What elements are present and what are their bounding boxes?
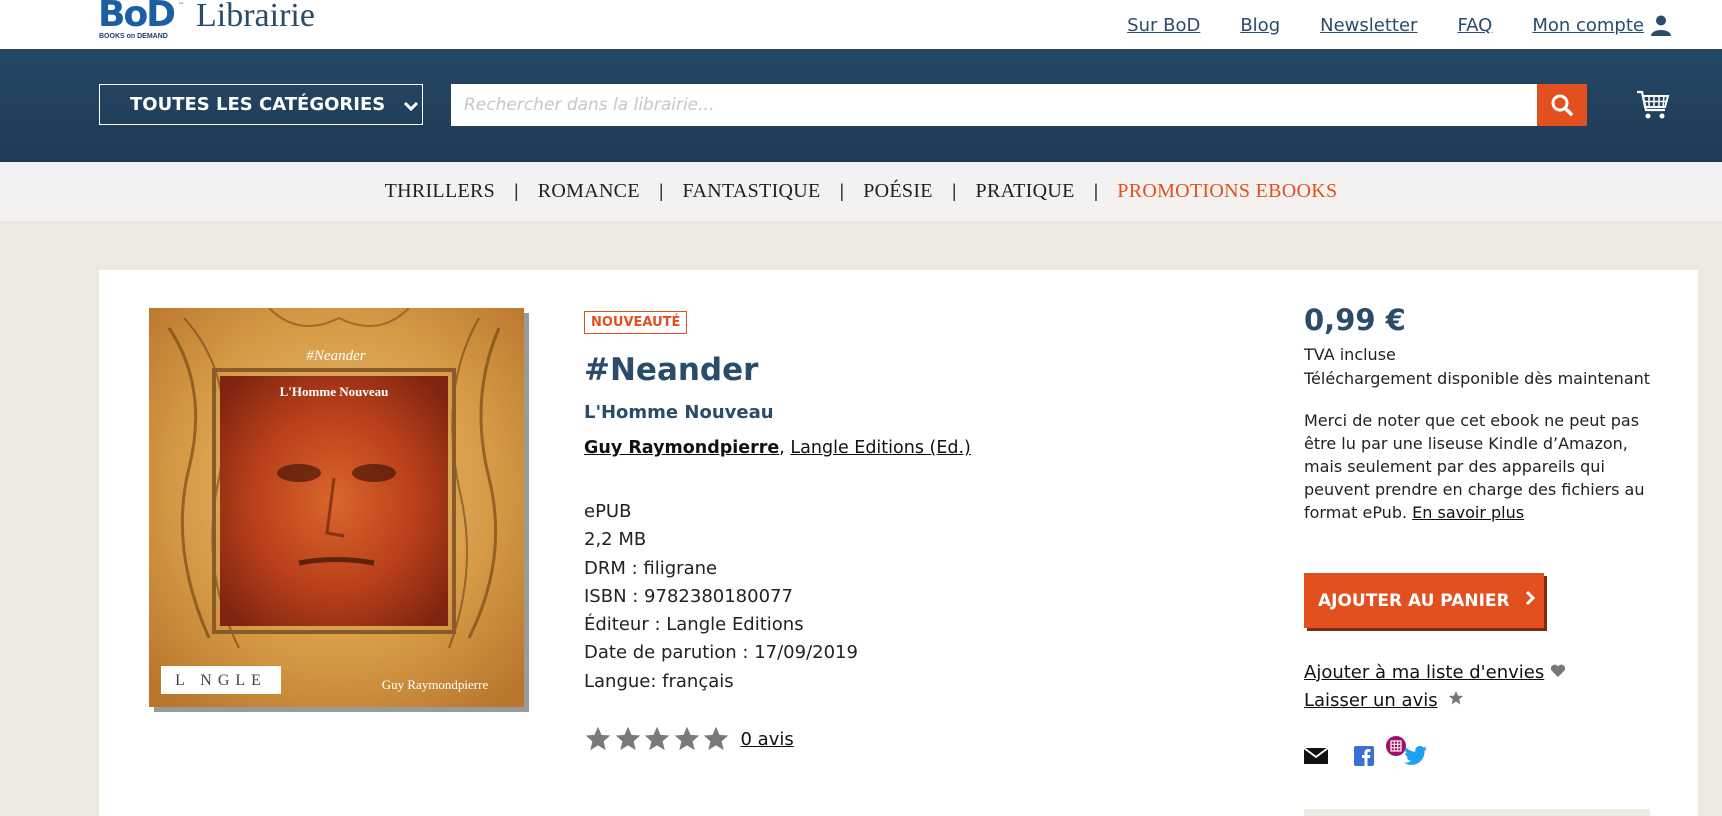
star-icon (615, 726, 640, 751)
product-card: #Neander L'Homme Nouveau L NGLE Guy Raym… (99, 270, 1704, 816)
publisher-link[interactable]: Langle Editions (Ed.) (790, 438, 970, 458)
wish-actions: Ajouter à ma liste d'envies Laisser un a… (1304, 659, 1566, 715)
search-input[interactable] (451, 84, 1538, 126)
book-title: #Neander (584, 352, 759, 388)
nav-promotions-ebooks[interactable]: PROMOTIONS EBOOKS (1098, 180, 1356, 203)
new-badge: NOUVEAUTÉ (584, 311, 688, 334)
book-specs: ePUB 2,2 MB DRM : filigrane ISBN : 97823… (584, 498, 858, 696)
categories-label: TOUTES LES CATÉGORIES (130, 94, 386, 115)
wishlist-link[interactable]: Ajouter à ma liste d'envies (1304, 662, 1544, 683)
price: 0,99 € (1304, 303, 1406, 337)
add-to-cart-button[interactable]: AJOUTER AU PANIER (1304, 573, 1544, 628)
author-separator: , (779, 438, 785, 458)
logo-librairie: Librairie (196, 0, 315, 34)
book-authors: Guy Raymondpierre, Langle Editions (Ed.) (584, 438, 971, 458)
logo-trademark: ™ (178, 2, 184, 9)
nav-romance[interactable]: ROMANCE (519, 180, 659, 203)
availability-label: Téléchargement disponible dès maintenant (1304, 369, 1651, 388)
link-faq[interactable]: FAQ (1457, 15, 1492, 36)
logo-bod-text: BoD (98, 0, 176, 35)
card-edge (1698, 270, 1704, 816)
star-icon (585, 726, 611, 751)
reviews-link[interactable]: 0 avis (741, 729, 794, 750)
add-to-cart-label: AJOUTER AU PANIER (1318, 590, 1510, 611)
price-info: TVA incluse Téléchargement disponible dè… (1304, 343, 1650, 391)
link-sur-bod[interactable]: Sur BoD (1127, 15, 1200, 36)
facebook-icon[interactable] (1354, 746, 1374, 766)
link-mon-compte[interactable]: Mon compte (1532, 15, 1644, 36)
cover-publisher-logo: L NGLE (175, 672, 267, 689)
spec-format: ePUB (584, 501, 632, 522)
social-share (1304, 736, 1464, 766)
cover-author: Guy Raymondpierre (382, 677, 489, 692)
spec-drm: DRM : filigrane (584, 557, 718, 579)
spec-publisher: Éditeur : Langle Editions (584, 614, 804, 636)
kindle-notice: Merci de noter que cet ebook ne peut pas… (1304, 409, 1654, 524)
star-icon (703, 726, 729, 751)
category-nav: THRILLERS | ROMANCE | FANTASTIQUE | POÉS… (0, 162, 1722, 221)
spec-release-date: Date de parution : 17/09/2019 (584, 642, 858, 664)
spec-isbn: ISBN : 9782380180077 (584, 585, 793, 607)
logo-subtitle: BOOKS on DEMAND (99, 33, 168, 40)
bod-logo: BoD ™ BOOKS on DEMAND (98, 0, 184, 44)
cover-inner-title: L'Homme Nouveau (280, 384, 389, 399)
cart-icon[interactable] (1636, 89, 1670, 121)
nav-thrillers[interactable]: THRILLERS (366, 180, 514, 203)
link-blog[interactable]: Blog (1240, 15, 1280, 36)
search-band: TOUTES LES CATÉGORIES (0, 49, 1722, 162)
nav-fantastique[interactable]: FANTASTIQUE (664, 180, 840, 203)
top-bar: BoD ™ BOOKS on DEMAND Librairie Sur BoD … (0, 0, 1722, 49)
mail-icon[interactable] (1304, 748, 1328, 764)
spec-language: Langue: français (584, 670, 734, 692)
learn-more-link[interactable]: En savoir plus (1412, 503, 1524, 522)
book-subtitle: L'Homme Nouveau (584, 402, 774, 423)
star-icon (644, 726, 670, 751)
book-cover[interactable]: #Neander L'Homme Nouveau L NGLE Guy Raym… (149, 308, 524, 707)
nav-pratique[interactable]: PRATIQUE (957, 180, 1094, 203)
bottom-info-box (1304, 809, 1650, 816)
star-icon (1448, 687, 1464, 715)
heart-icon (1550, 659, 1566, 687)
twitter-icon[interactable] (1404, 746, 1428, 766)
author-link[interactable]: Guy Raymondpierre (584, 438, 779, 458)
categories-dropdown[interactable]: TOUTES LES CATÉGORIES (99, 84, 423, 125)
search-field[interactable] (451, 84, 1538, 126)
search-icon (1551, 94, 1573, 116)
pinterest-icon[interactable] (1386, 736, 1406, 756)
spec-size: 2,2 MB (584, 529, 647, 551)
star-icon (674, 726, 699, 751)
chevron-down-icon (403, 98, 419, 112)
search-button[interactable] (1537, 84, 1587, 126)
vat-label: TVA incluse (1304, 345, 1396, 364)
rating: 0 avis (584, 725, 794, 753)
site-logo[interactable]: BoD ™ BOOKS on DEMAND Librairie (98, 0, 315, 44)
user-icon[interactable] (1650, 14, 1672, 36)
write-review-link[interactable]: Laisser un avis (1304, 690, 1438, 711)
chevron-right-icon (1524, 590, 1536, 611)
cover-top-title: #Neander (306, 348, 365, 364)
nav-poesie[interactable]: POÉSIE (844, 180, 952, 203)
top-links: Sur BoD Blog Newsletter FAQ Mon compte (1127, 14, 1722, 36)
link-newsletter[interactable]: Newsletter (1320, 15, 1417, 36)
